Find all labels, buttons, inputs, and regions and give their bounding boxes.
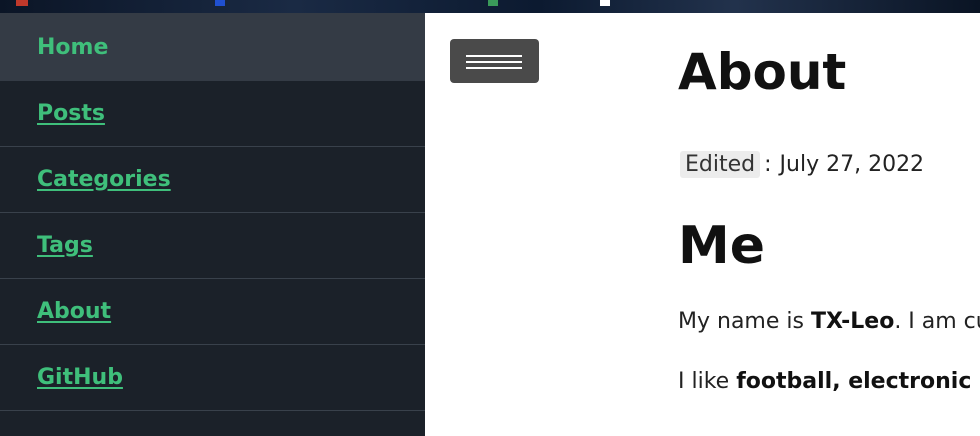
- page-title: About: [678, 43, 847, 101]
- intro-suffix: . I am curre: [894, 309, 980, 334]
- likes-paragraph: I like football, electronic prod: [678, 369, 980, 394]
- section-heading-me: Me: [678, 216, 766, 276]
- sidebar-link-home[interactable]: Home: [37, 35, 108, 60]
- sidebar-item-about[interactable]: About: [0, 279, 425, 345]
- main-content: About Edited : July 27, 2022 Me My name …: [678, 13, 980, 436]
- sidebar-link-posts[interactable]: Posts: [37, 101, 105, 126]
- intro-name: TX-Leo: [810, 309, 895, 334]
- sidebar-item-github[interactable]: GitHub: [0, 345, 425, 411]
- likes-prefix: I like: [678, 369, 737, 394]
- sidebar-item-categories[interactable]: Categories: [0, 147, 425, 213]
- meta-separator: :: [764, 152, 772, 177]
- intro-prefix: My name is: [678, 309, 811, 334]
- edited-label: Edited: [680, 151, 761, 178]
- tab-favicon-red: [16, 0, 28, 6]
- tab-favicon-green: [488, 0, 498, 6]
- sidebar-nav: Home Posts Categories Tags About GitHub: [0, 13, 425, 436]
- sidebar-item-tags[interactable]: Tags: [0, 213, 425, 279]
- edited-date: July 27, 2022: [779, 152, 925, 177]
- sidebar-link-categories[interactable]: Categories: [37, 167, 171, 192]
- sidebar-link-about[interactable]: About: [37, 299, 111, 324]
- sidebar-item-home[interactable]: Home: [0, 13, 425, 81]
- sidebar-item-posts[interactable]: Posts: [0, 81, 425, 147]
- hamburger-icon: [466, 53, 522, 71]
- sidebar-link-github[interactable]: GitHub: [37, 365, 123, 390]
- post-meta: Edited : July 27, 2022: [680, 151, 924, 178]
- sidebar-link-tags[interactable]: Tags: [37, 233, 93, 258]
- tab-favicon-white: [600, 0, 610, 6]
- menu-toggle-button[interactable]: [450, 39, 539, 83]
- intro-paragraph: My name is TX-Leo. I am curre: [678, 309, 980, 334]
- tab-favicon-blue: [215, 0, 225, 6]
- likes-list: football, electronic prod: [736, 369, 980, 394]
- browser-top-strip: [0, 0, 980, 13]
